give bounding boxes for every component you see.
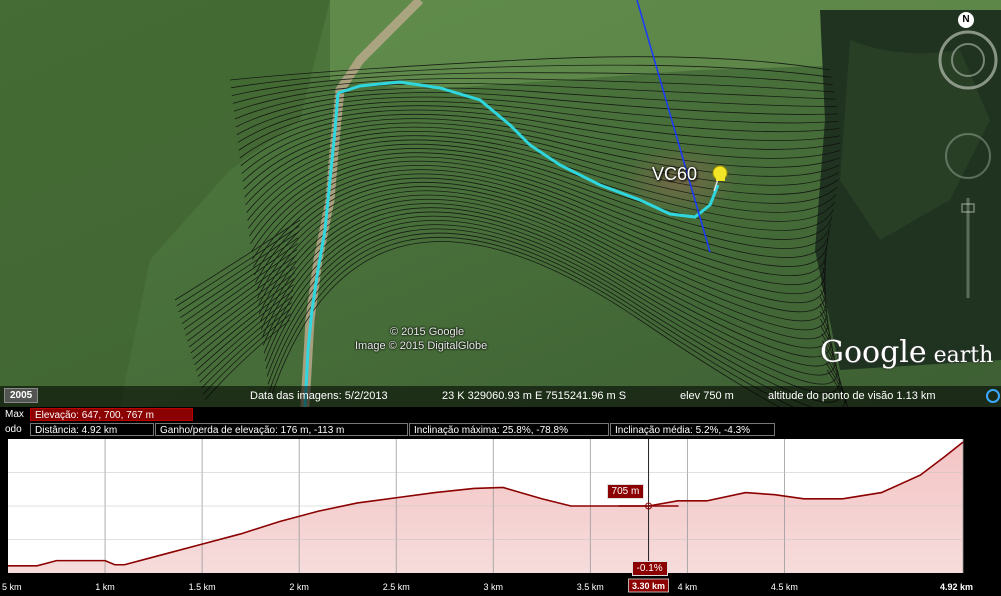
avg-slope-box: Inclinação média: 5.2%, -4.3% xyxy=(610,423,775,436)
logo-google: Google xyxy=(820,335,927,370)
map-view[interactable]: N VC60 © 2015 Google Image © 2015 Digita… xyxy=(0,0,1001,407)
x-tick-label: 1 km xyxy=(95,582,115,592)
navigation-controls[interactable] xyxy=(920,8,1000,308)
mode-label: odo xyxy=(5,424,22,435)
max-label: Max xyxy=(5,409,24,420)
x-tick-label: 5 km xyxy=(2,582,22,592)
elevation-summary: Elevação: 647, 700, 767 m xyxy=(30,408,193,421)
hover-slope: -0.1% xyxy=(631,561,668,576)
gain-loss-box: Ganho/perda de elevação: 176 m, -113 m xyxy=(155,423,408,436)
x-tick-label: 2 km xyxy=(289,582,309,592)
distance-box: Distância: 4.92 km xyxy=(30,423,154,436)
profile-row-1: Max Elevação: 647, 700, 767 m xyxy=(0,408,1001,422)
google-earth-logo: Google earth xyxy=(820,335,993,370)
x-tick-label: 2.5 km xyxy=(383,582,410,592)
max-slope-box: Inclinação máxima: 25.8%, -78.8% xyxy=(409,423,609,436)
placemark-label[interactable]: VC60 xyxy=(652,164,697,185)
compass-icon[interactable]: N xyxy=(958,12,974,28)
hover-elevation: 705 m xyxy=(606,484,645,499)
x-tick-label: 4.5 km xyxy=(771,582,798,592)
historical-imagery-year[interactable]: 2005 xyxy=(4,388,39,403)
x-tick-label: 3 km xyxy=(484,582,504,592)
compass-north: N xyxy=(962,14,970,25)
x-tick-label: 4 km xyxy=(678,582,698,592)
copyright-image: Image © 2015 DigitalGlobe xyxy=(355,340,488,352)
x-tick-label: 3.5 km xyxy=(577,582,604,592)
logo-earth: earth xyxy=(926,343,994,368)
elevation-profile-panel: Max Elevação: 647, 700, 767 m odo Distân… xyxy=(0,407,1001,596)
cursor-coordinates: 23 K 329060.93 m E 7515241.96 m S xyxy=(442,390,627,402)
status-indicator-icon xyxy=(986,389,1000,403)
profile-row-2: odo Distância: 4.92 km Ganho/perda de el… xyxy=(0,423,1001,437)
copyright-google: © 2015 Google xyxy=(390,326,465,338)
x-tick-label: 1.5 km xyxy=(189,582,216,592)
image-date: Data das imagens: 5/2/2013 xyxy=(250,390,388,402)
eye-altitude: altitude do ponto de visão 1.13 km xyxy=(768,390,936,402)
hover-distance: 3.30 km xyxy=(632,581,665,591)
elevation-chart[interactable]: 5 km 1 km 1.5 km 2 km 2.5 km 3 km 3.5 km 4 km 4.… xyxy=(0,437,1001,596)
cursor-elevation: elev 750 m xyxy=(680,390,734,402)
x-tick-label: 4.92 km xyxy=(940,582,973,592)
